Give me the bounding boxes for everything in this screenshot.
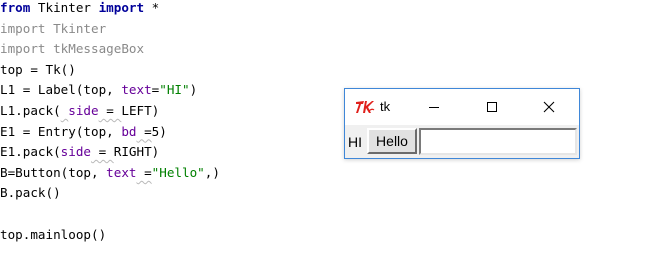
code-token: B=Button(top,	[0, 164, 107, 180]
code-token: "Hello"	[151, 164, 205, 180]
title-bar[interactable]: tk	[345, 89, 579, 125]
code-token: side	[60, 144, 92, 160]
minimize-icon	[429, 107, 439, 108]
maximize-button[interactable]	[469, 89, 515, 125]
code-token: side	[68, 103, 99, 118]
hi-label: HI	[348, 134, 362, 150]
code-token: )	[189, 82, 198, 98]
code-token: 5)	[151, 123, 167, 139]
code-line: import Tkinter	[0, 19, 106, 39]
code-token: LEFT)	[121, 103, 160, 118]
code-token: *	[144, 0, 160, 15]
minimize-button[interactable]	[411, 89, 457, 125]
code-token: =	[91, 144, 114, 160]
code-token: L1 = Label(top,	[0, 82, 122, 98]
code-token: "HI"	[159, 82, 190, 98]
code-token: ,)	[204, 164, 220, 180]
code-line: from Tkinter import *	[0, 0, 159, 18]
code-token: B.pack()	[0, 185, 61, 201]
code-token: text	[121, 82, 152, 98]
code-token: import Tkinter	[0, 20, 107, 36]
code-token: =	[98, 103, 122, 118]
code-token: top.mainloop()	[0, 226, 107, 242]
entry-field[interactable]	[419, 128, 577, 155]
code-token: import tkMessageBox	[0, 41, 145, 57]
tk-window[interactable]: tk HI Hello	[344, 88, 580, 159]
window-title: tk	[380, 99, 391, 114]
code-line: top = Tk()	[0, 60, 76, 80]
code-token: =	[136, 164, 152, 180]
code-token: =	[136, 123, 152, 139]
code-token: L1.pack(	[0, 103, 61, 118]
code-token: text	[106, 164, 137, 180]
tk-feather-icon	[356, 101, 375, 113]
window-client-area: HI Hello	[345, 125, 579, 158]
code-line: B=Button(top, text ="Hello",)	[0, 163, 220, 183]
code-token: from	[0, 0, 31, 15]
code-token: E1.pack(	[0, 144, 61, 160]
code-line: B.pack()	[0, 183, 61, 203]
close-button[interactable]	[526, 89, 572, 125]
code-line: L1.pack( side = LEFT)	[0, 101, 159, 121]
code-token: E1 = Entry(top,	[0, 123, 122, 139]
code-token: RIGHT)	[113, 144, 160, 160]
code-line: import tkMessageBox	[0, 39, 144, 59]
code-line: top.mainloop()	[0, 225, 106, 245]
code-line: E1 = Entry(top, bd =5)	[0, 122, 167, 142]
code-token: import	[98, 0, 145, 15]
hello-button[interactable]: Hello	[367, 128, 417, 154]
maximize-icon	[487, 102, 497, 112]
code-token: bd	[121, 123, 137, 139]
close-icon	[543, 101, 555, 113]
code-line: L1 = Label(top, text="HI")	[0, 80, 197, 100]
code-line: E1.pack(side = RIGHT)	[0, 142, 159, 162]
code-token: Tkinter	[30, 0, 99, 15]
code-token: top = Tk()	[0, 61, 76, 77]
